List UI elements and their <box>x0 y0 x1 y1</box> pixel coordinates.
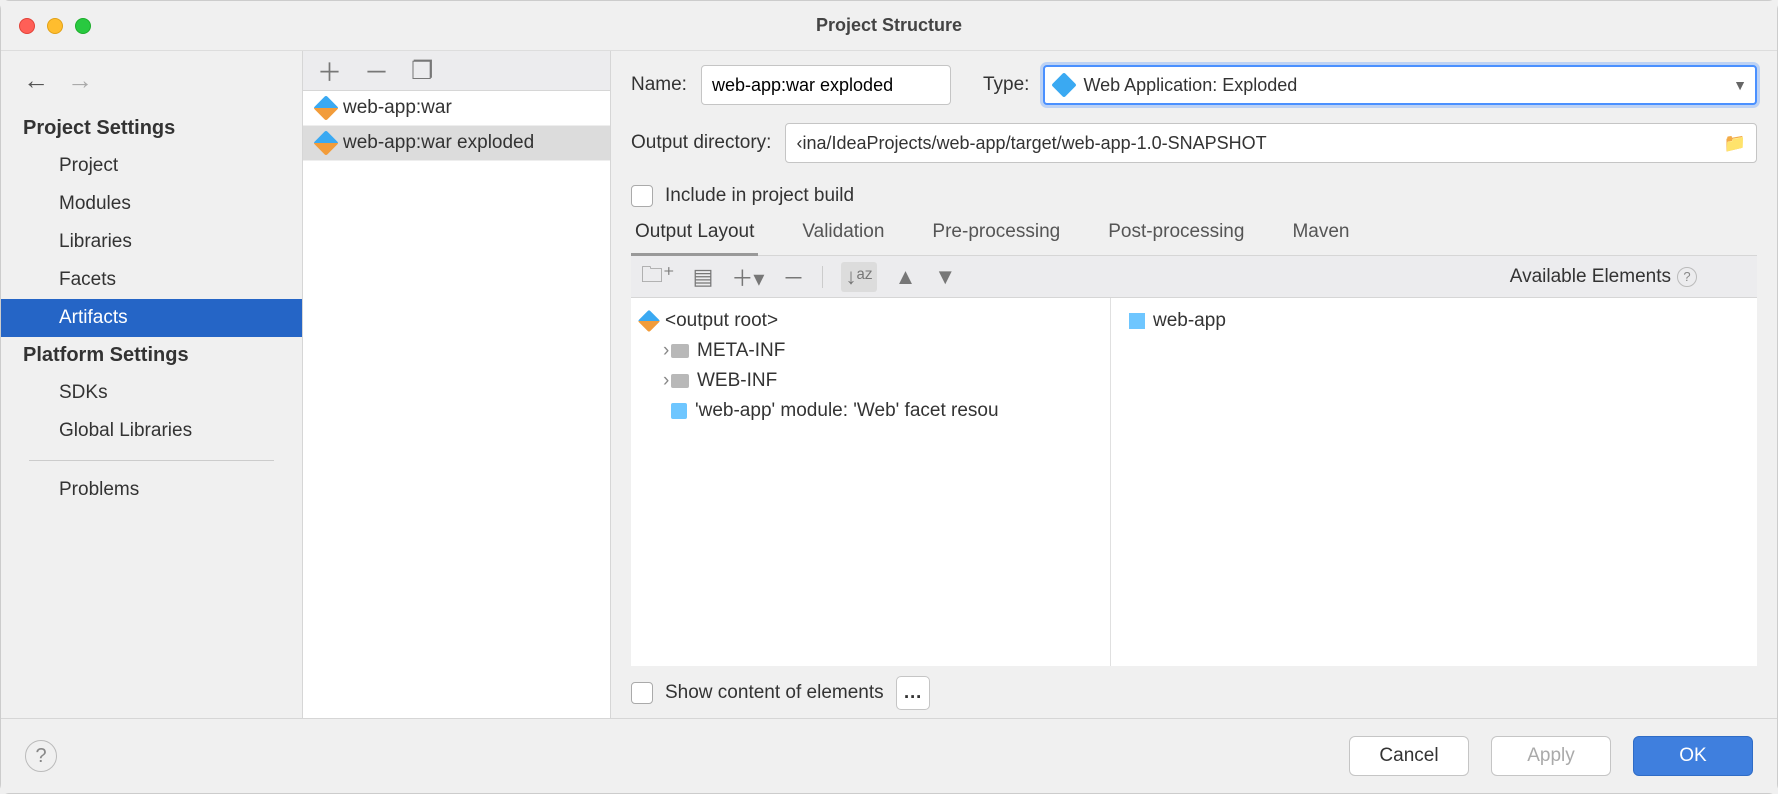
artifact-icon <box>313 130 338 155</box>
tree-folder[interactable]: › WEB-INF <box>635 366 1106 396</box>
sidebar-item-problems[interactable]: Problems <box>1 471 302 509</box>
available-elements-label: Available Elements ? <box>1510 266 1747 288</box>
spacer <box>641 400 663 422</box>
name-input[interactable] <box>701 65 951 105</box>
layout-toolbar: 🗀⁺ ▤ ＋▾ － ↓ᵃᶻ ▲ ▼ Available Elements ? <box>631 256 1757 298</box>
ok-button[interactable]: OK <box>1633 736 1753 776</box>
type-value: Web Application: Exploded <box>1083 75 1297 96</box>
artifact-item[interactable]: web-app:war exploded <box>303 126 610 161</box>
chevron-right-icon[interactable]: › <box>641 340 663 362</box>
new-folder-icon[interactable]: 🗀⁺ <box>641 258 675 296</box>
sidebar-item-libraries[interactable]: Libraries <box>1 223 302 261</box>
copy-artifact-icon[interactable]: ❐ <box>411 56 433 86</box>
tab-post-processing[interactable]: Post-processing <box>1104 221 1248 255</box>
sort-icon[interactable]: ↓ᵃᶻ <box>841 262 876 292</box>
type-label: Type: <box>983 74 1029 96</box>
chevron-down-icon: ▼ <box>1733 77 1747 93</box>
detail-tabs: Output Layout Validation Pre-processing … <box>631 221 1757 256</box>
tree-folder[interactable]: › META-INF <box>635 336 1106 366</box>
type-dropdown[interactable]: Web Application: Exploded ▼ <box>1043 65 1757 105</box>
apply-button[interactable]: Apply <box>1491 736 1611 776</box>
toolbar-separator <box>822 266 823 288</box>
sidebar: ← → Project Settings Project Modules Lib… <box>1 51 303 718</box>
sidebar-item-modules[interactable]: Modules <box>1 185 302 223</box>
chevron-right-icon[interactable]: › <box>641 370 663 392</box>
output-directory-label: Output directory: <box>631 132 771 154</box>
include-in-build-label: Include in project build <box>665 185 854 207</box>
sidebar-item-project[interactable]: Project <box>1 147 302 185</box>
nav-forward-icon[interactable]: → <box>67 65 93 96</box>
artifact-root-icon <box>638 310 661 333</box>
new-archive-icon[interactable]: ▤ <box>693 264 714 290</box>
help-button[interactable]: ? <box>25 740 57 772</box>
move-down-icon[interactable]: ▼ <box>934 264 956 290</box>
tree-facet-resource[interactable]: 'web-app' module: 'Web' facet resou <box>635 396 1106 426</box>
dialog-footer: ? Cancel Apply OK <box>1 718 1777 793</box>
section-platform-settings: Platform Settings <box>1 337 302 374</box>
cancel-button[interactable]: Cancel <box>1349 736 1469 776</box>
sidebar-item-sdks[interactable]: SDKs <box>1 374 302 412</box>
artifact-icon <box>313 95 338 120</box>
artifact-toolbar: ＋ － ❐ <box>303 51 610 91</box>
name-label: Name: <box>631 74 687 96</box>
detail-pane: Name: Type: Web Application: Exploded ▼ … <box>611 51 1777 718</box>
add-copy-icon[interactable]: ＋▾ <box>731 261 764 293</box>
tab-maven[interactable]: Maven <box>1288 221 1353 255</box>
module-icon <box>1129 313 1145 329</box>
folder-icon <box>671 344 689 358</box>
remove-artifact-icon[interactable]: － <box>364 53 389 89</box>
output-directory-input[interactable]: ‹ina/IdeaProjects/web-app/target/web-app… <box>785 123 1757 163</box>
sidebar-item-facets[interactable]: Facets <box>1 261 302 299</box>
artifact-item[interactable]: web-app:war <box>303 91 610 126</box>
available-module[interactable]: web-app <box>1123 306 1745 336</box>
add-artifact-icon[interactable]: ＋ <box>317 53 342 89</box>
artifact-type-icon <box>1052 72 1077 97</box>
tab-pre-processing[interactable]: Pre-processing <box>928 221 1064 255</box>
include-in-build-checkbox[interactable] <box>631 185 653 207</box>
window-title: Project Structure <box>1 15 1777 36</box>
output-root[interactable]: <output root> <box>635 306 1106 336</box>
output-directory-value: ‹ina/IdeaProjects/web-app/target/web-app… <box>796 133 1266 154</box>
browse-folder-icon[interactable]: 📁 <box>1724 133 1746 154</box>
sidebar-item-artifacts[interactable]: Artifacts <box>1 299 302 337</box>
remove-item-icon[interactable]: － <box>782 261 804 293</box>
artifact-item-label: web-app:war exploded <box>343 132 534 154</box>
tab-validation[interactable]: Validation <box>798 221 888 255</box>
output-tree[interactable]: <output root> › META-INF › WEB-INF 'web-… <box>631 298 1111 666</box>
move-up-icon[interactable]: ▲ <box>895 264 917 290</box>
section-project-settings: Project Settings <box>1 110 302 147</box>
help-hint-icon[interactable]: ? <box>1677 267 1697 287</box>
artifact-list-pane: ＋ － ❐ web-app:war web-app:war exploded <box>303 51 611 718</box>
tab-output-layout[interactable]: Output Layout <box>631 221 758 256</box>
sidebar-divider <box>29 460 274 461</box>
nav-back-icon[interactable]: ← <box>23 65 49 96</box>
artifact-item-label: web-app:war <box>343 97 452 119</box>
available-elements-tree[interactable]: web-app <box>1111 298 1757 666</box>
more-options-button[interactable]: … <box>896 676 930 710</box>
show-content-label: Show content of elements <box>665 682 884 704</box>
facet-icon <box>671 403 687 419</box>
titlebar: Project Structure <box>1 1 1777 51</box>
folder-icon <box>671 374 689 388</box>
show-content-checkbox[interactable] <box>631 682 653 704</box>
sidebar-item-global-libraries[interactable]: Global Libraries <box>1 412 302 450</box>
